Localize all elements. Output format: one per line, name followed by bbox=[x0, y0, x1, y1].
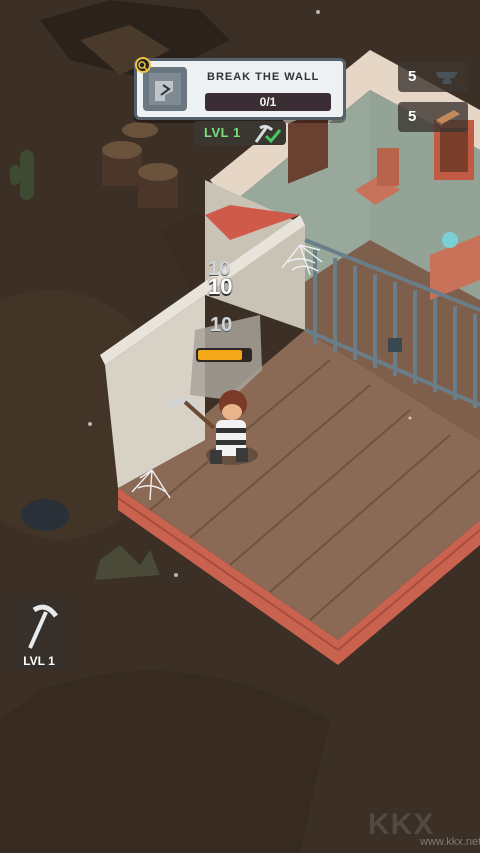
iron-count: 5 bbox=[408, 68, 417, 85]
watermark-text: www.kkx.net bbox=[420, 836, 480, 848]
resource-iron: 5 bbox=[398, 62, 468, 92]
quest-panel[interactable]: BREAK THE WALL 0/1 bbox=[134, 57, 346, 120]
pickaxe-icon bbox=[28, 604, 58, 649]
quest-progress: 0/1 bbox=[205, 93, 331, 111]
anvil-icon bbox=[436, 72, 458, 84]
wall-health-fill bbox=[198, 350, 243, 360]
game-scene[interactable]: 10 10 10 BREAK THE WALL 0/1 LVL 1 5 5 LV… bbox=[0, 0, 480, 853]
damage-number: 10 bbox=[208, 274, 233, 299]
player-level-label: LVL 1 bbox=[204, 125, 241, 140]
pickaxe-check-icon bbox=[254, 124, 282, 144]
bucket bbox=[21, 499, 69, 531]
magnifier-icon bbox=[135, 57, 151, 73]
tool-level-label: LVL 1 bbox=[23, 654, 55, 668]
tool-upgrade-button[interactable]: LVL 1 bbox=[12, 598, 66, 670]
damage-number: 10 bbox=[210, 314, 233, 336]
wall-health-bar bbox=[196, 348, 252, 362]
plank-icon bbox=[436, 110, 460, 126]
player-level-badge: LVL 1 bbox=[194, 121, 286, 145]
quest-title: BREAK THE WALL bbox=[207, 71, 320, 83]
wall-thumbnail-icon bbox=[143, 67, 187, 111]
wood-count: 5 bbox=[408, 108, 417, 125]
resource-wood: 5 bbox=[398, 102, 468, 132]
